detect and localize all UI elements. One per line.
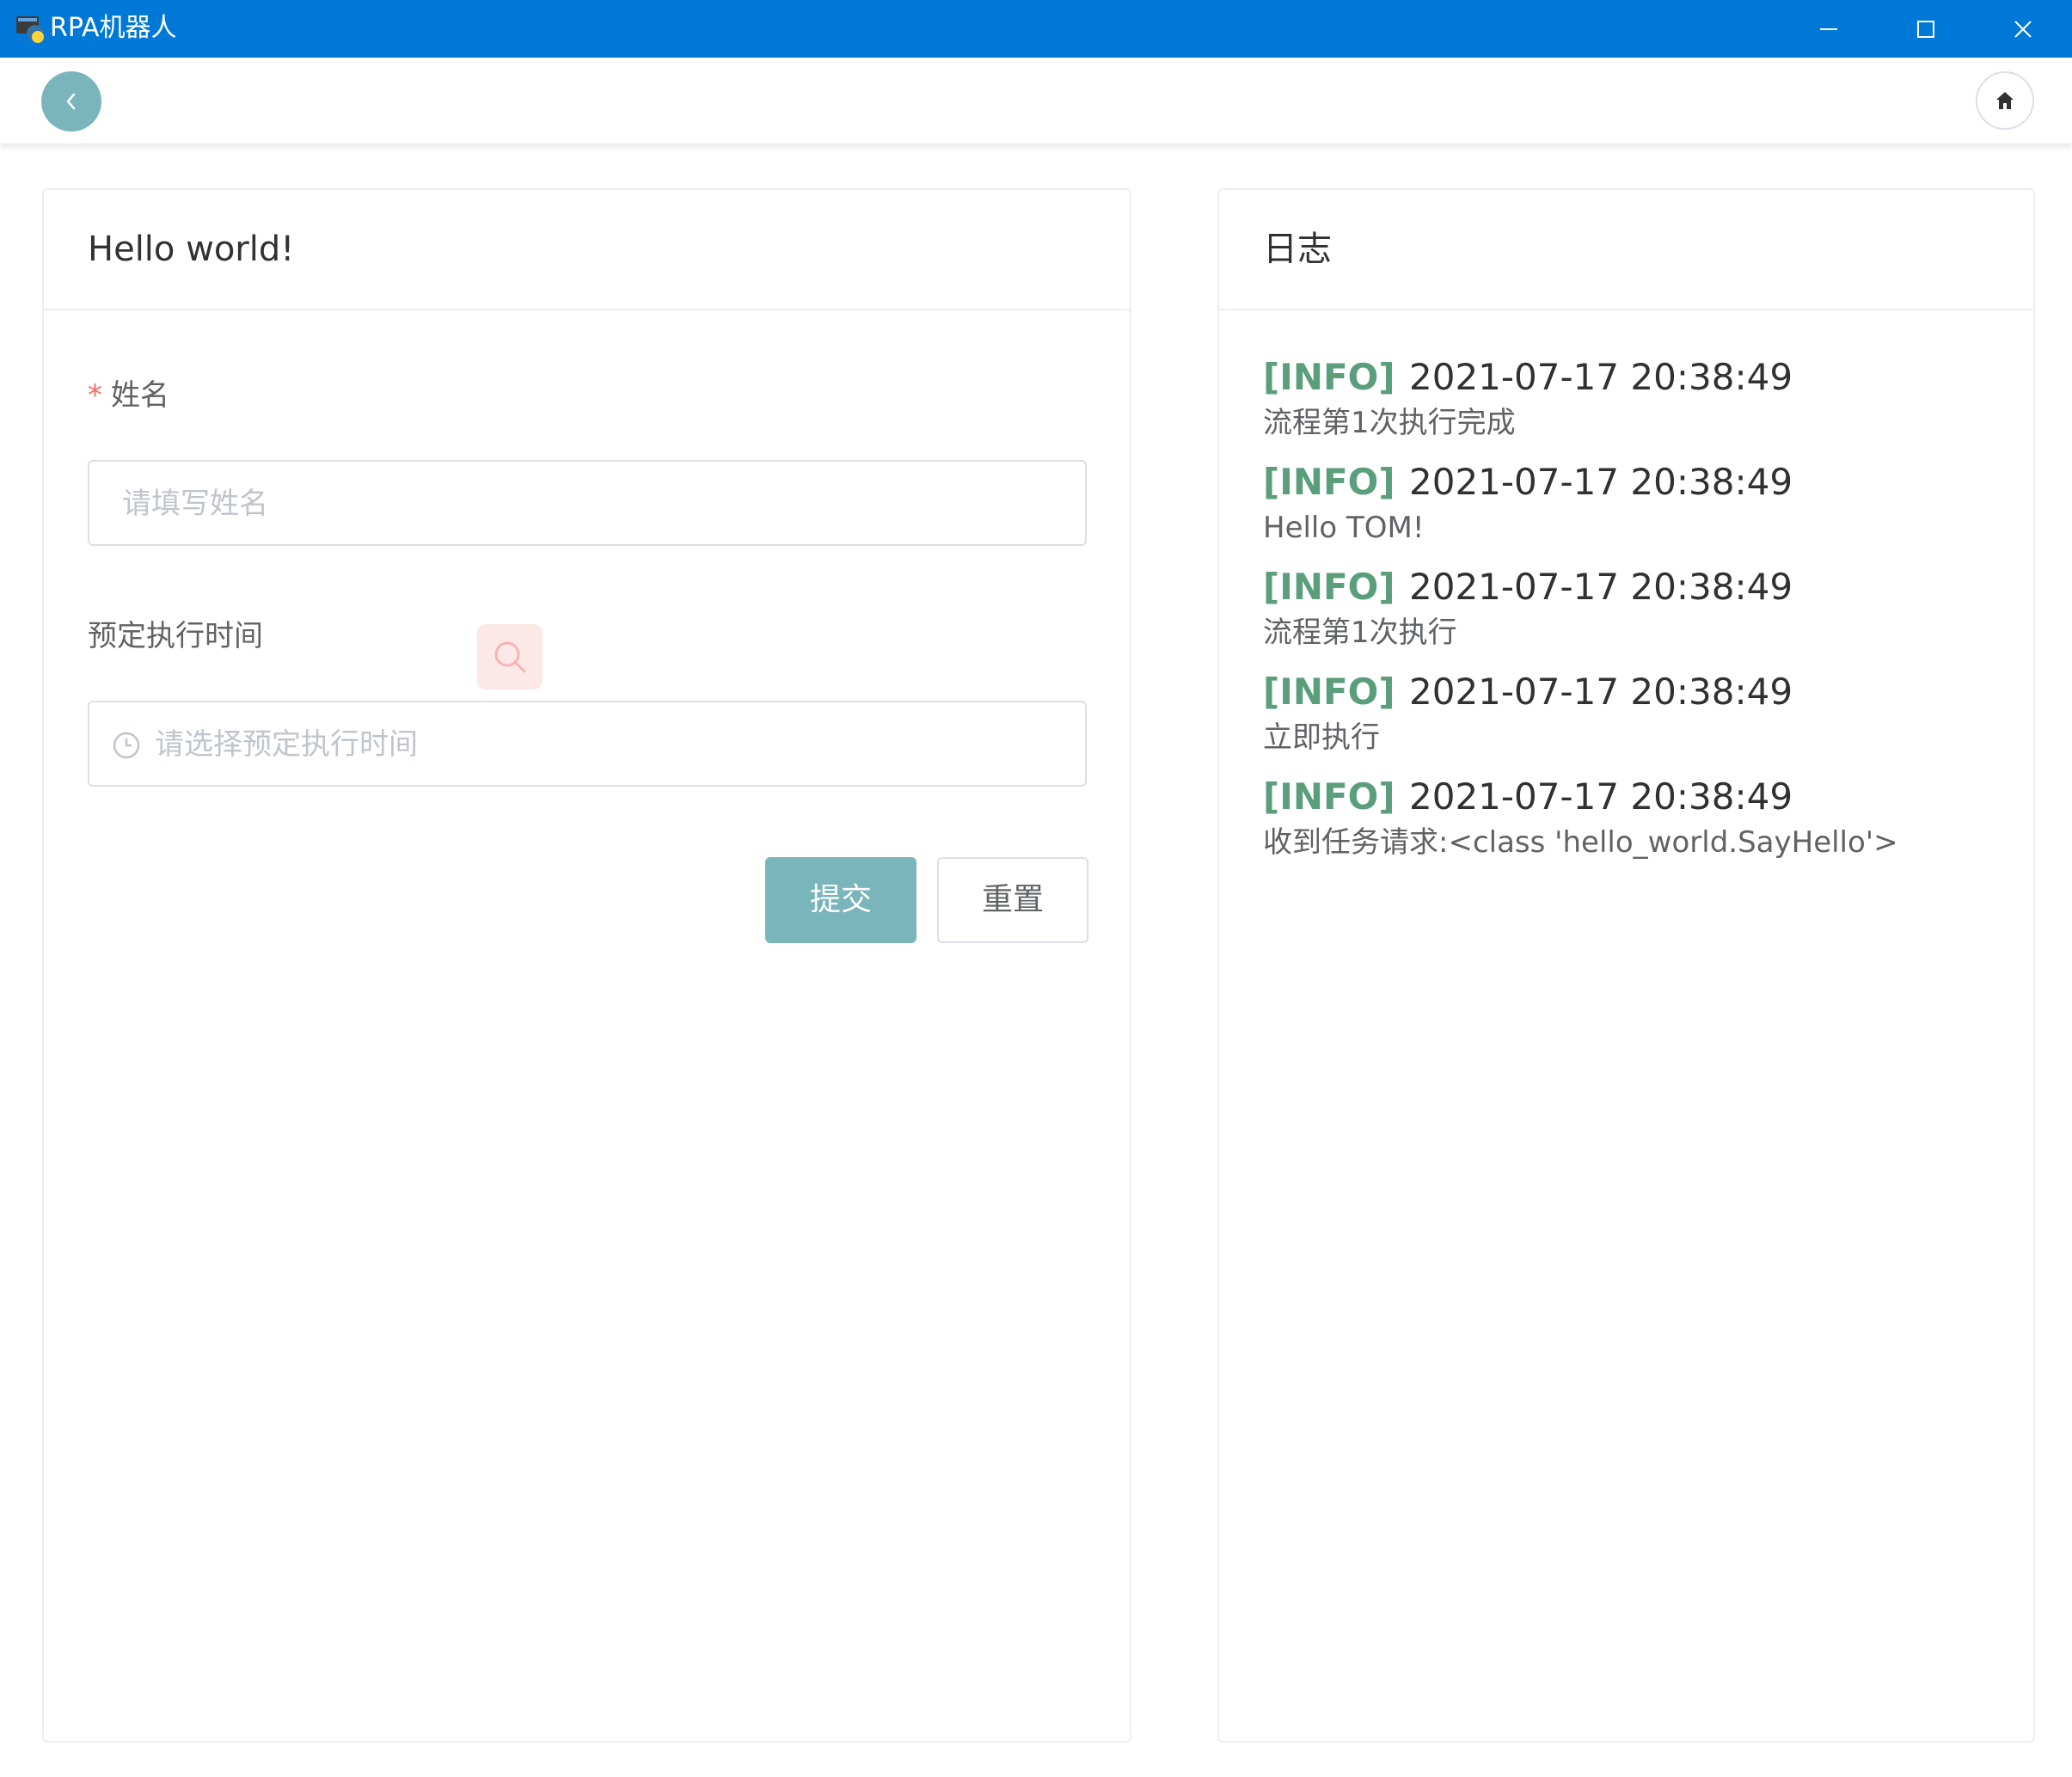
log-message: 收到任务请求:<class 'hello_world.SayHello'> [1263,825,1898,860]
window-title: RPA机器人 [50,13,177,43]
log-timestamp: 2021-07-17 20:38:49 [1409,671,1793,713]
log-entry: [INFO] 2021-07-17 20:38:49 流程第1次执行完成 [1263,353,2002,458]
form-card-title: Hello world! [88,230,295,269]
close-button[interactable] [1974,0,2071,58]
log-timestamp: 2021-07-17 20:38:49 [1409,356,1793,398]
back-button[interactable] [41,71,101,132]
log-entry: [INFO] 2021-07-17 20:38:49 收到任务请求:<class… [1263,773,2002,878]
search-icon [494,641,526,673]
log-entry: [INFO] 2021-07-17 20:38:49 流程第1次执行 [1263,563,2002,668]
log-level: [INFO] [1263,566,1395,608]
log-timestamp: 2021-07-17 20:38:49 [1409,775,1793,818]
maximize-button[interactable] [1877,0,1974,58]
chevron-left-icon [66,93,76,110]
window-titlebar: RPA机器人 [0,0,2072,58]
log-timestamp: 2021-07-17 20:38:49 [1409,461,1793,503]
clock-icon [113,732,140,759]
log-level: [INFO] [1263,671,1395,713]
log-message: 流程第1次执行 [1263,616,1457,650]
log-card-title: 日志 [1263,230,1332,269]
minimize-icon [1819,28,1837,30]
log-card: 日志 [INFO] 2021-07-17 20:38:49 流程第1次执行完成 … [1217,188,2035,1743]
log-message: 流程第1次执行完成 [1263,406,1516,440]
name-input[interactable]: 请填写姓名 [88,460,1087,546]
log-card-header: 日志 [1219,190,2033,310]
minimize-button[interactable] [1780,0,1877,58]
home-icon [1996,92,2014,109]
name-label-text: 姓名 [111,378,169,413]
time-field-label: 预定执行时间 [88,619,263,653]
log-timestamp: 2021-07-17 20:38:49 [1409,566,1793,608]
home-button[interactable] [1976,71,2034,130]
search-overlay-button[interactable] [477,624,543,689]
close-icon [2014,20,2032,38]
log-level: [INFO] [1263,461,1395,503]
log-entry: [INFO] 2021-07-17 20:38:49 立即执行 [1263,668,2002,773]
reset-button[interactable]: 重置 [937,857,1088,943]
schedule-time-placeholder: 请选择预定执行时间 [155,727,418,762]
maximize-icon [1916,20,1934,38]
log-message: Hello TOM! [1263,511,1425,545]
log-entry: [INFO] 2021-07-17 20:38:49 Hello TOM! [1263,458,2002,563]
form-card: Hello world! * 姓名 请填写姓名 预定执行时间 请选择预定执行时间 … [42,188,1131,1743]
submit-button[interactable]: 提交 [765,857,916,943]
app-header [0,58,2072,144]
log-level: [INFO] [1263,356,1395,398]
log-message: 立即执行 [1263,720,1380,755]
required-mark: * [88,378,102,413]
name-input-placeholder: 请填写姓名 [122,487,268,521]
name-field-label: * 姓名 [88,376,169,415]
log-list: [INFO] 2021-07-17 20:38:49 流程第1次执行完成 [IN… [1263,353,2002,878]
log-level: [INFO] [1263,775,1395,818]
app-icon [15,13,47,46]
form-card-header: Hello world! [44,190,1130,310]
schedule-time-input[interactable]: 请选择预定执行时间 [88,701,1087,787]
